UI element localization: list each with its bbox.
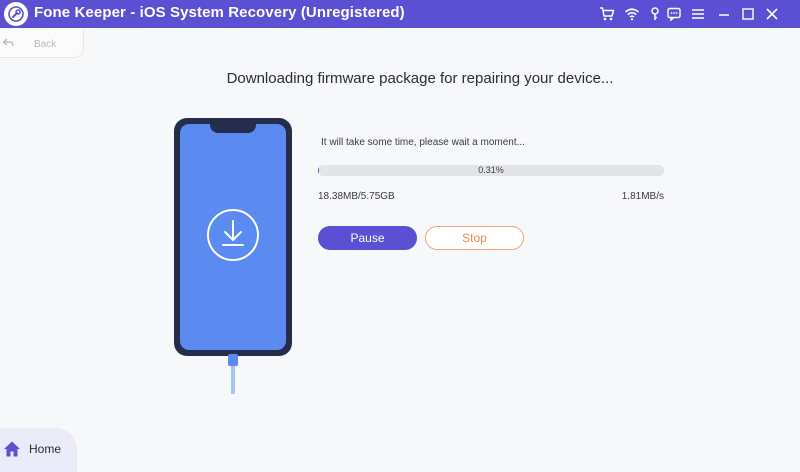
back-label: Back <box>34 39 57 50</box>
home-button[interactable]: Home <box>0 428 77 472</box>
stop-button[interactable]: Stop <box>425 226 524 250</box>
maximize-icon[interactable] <box>738 4 758 24</box>
minimize-icon[interactable] <box>714 4 734 24</box>
feedback-icon[interactable] <box>664 4 684 24</box>
phone-illustration <box>174 118 292 356</box>
wait-message: It will take some time, please wait a mo… <box>321 137 525 148</box>
download-speed: 1.81MB/s <box>621 191 664 202</box>
app-title: Fone Keeper - iOS System Recovery (Unreg… <box>34 4 405 21</box>
wifi-icon[interactable] <box>622 4 642 24</box>
menu-icon[interactable] <box>688 4 708 24</box>
app-window: Fone Keeper - iOS System Recovery (Unreg… <box>0 0 800 472</box>
home-label: Home <box>29 442 62 456</box>
lightning-cable-icon <box>228 354 238 394</box>
close-icon[interactable] <box>762 4 782 24</box>
downloaded-size: 18.38MB/5.75GB <box>318 191 395 202</box>
progress-percent: 0.31% <box>478 165 504 175</box>
key-icon[interactable] <box>645 4 665 24</box>
cart-icon[interactable] <box>597 4 617 24</box>
pause-button[interactable]: Pause <box>318 226 417 250</box>
back-arrow-icon <box>2 38 14 47</box>
phone-screen <box>180 124 286 350</box>
back-button[interactable]: Back <box>0 28 84 58</box>
download-progress-bar: 0.31% <box>318 165 664 176</box>
title-bar: Fone Keeper - iOS System Recovery (Unreg… <box>0 0 800 28</box>
home-icon <box>4 441 20 457</box>
download-icon <box>207 209 259 261</box>
app-logo-icon <box>4 2 28 26</box>
phone-notch <box>210 124 256 133</box>
page-title: Downloading firmware package for repairi… <box>226 70 614 87</box>
